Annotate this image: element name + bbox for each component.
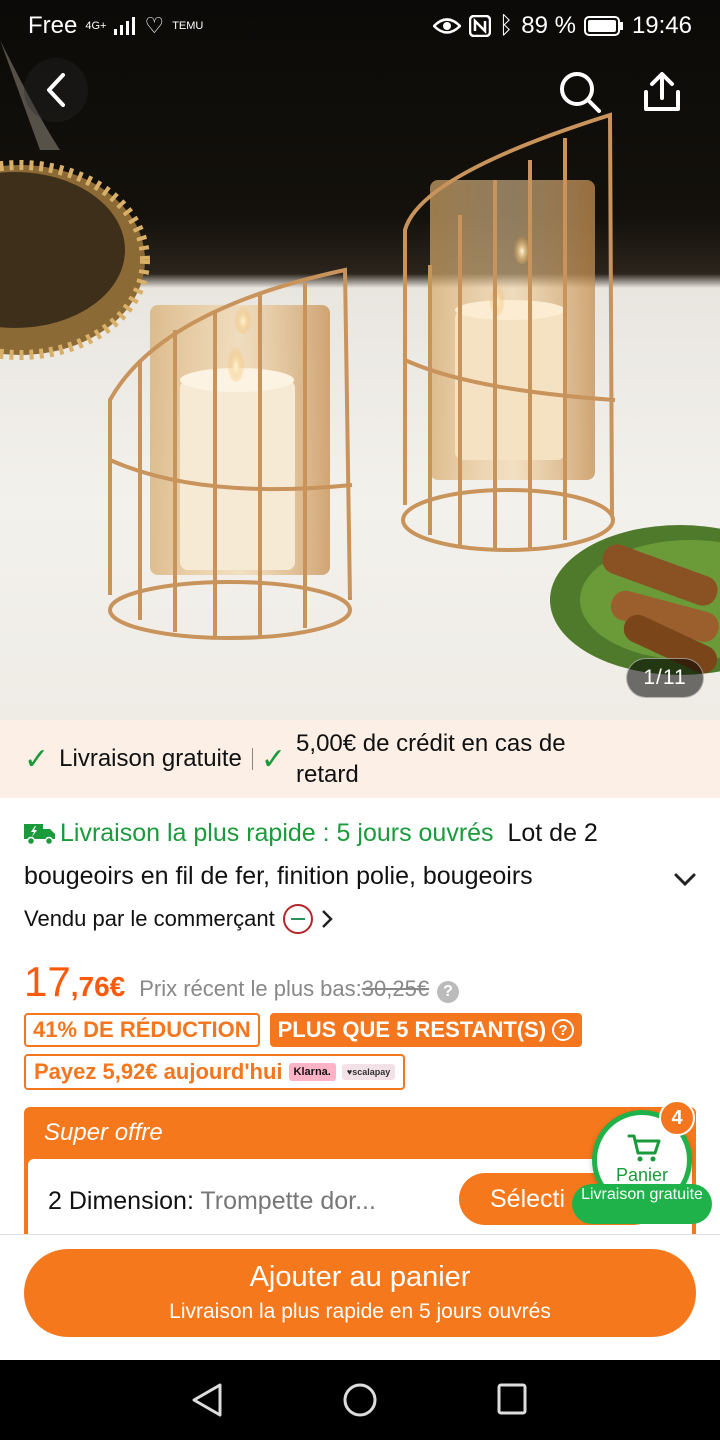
cart-free-shipping-pill: Livraison gratuite [572, 1184, 712, 1224]
cart-icon [627, 1134, 661, 1162]
stock-tag[interactable]: PLUS QUE 5 RESTANT(S) ? [269, 1013, 583, 1047]
cart-count-badge: 4 [659, 1100, 695, 1136]
dimension-value: Trompette dor... [200, 1187, 376, 1215]
chevron-right-icon [321, 910, 333, 928]
select-button-label: Sélecti [490, 1184, 566, 1213]
discount-tag: 41% DE RÉDUCTION [24, 1013, 260, 1047]
recent-price-value: 30,25€ [361, 976, 430, 1001]
back-triangle-icon[interactable] [190, 1382, 224, 1418]
recent-price-label: Prix récent le plus bas: [139, 976, 362, 1001]
stock-tag-label: PLUS QUE 5 RESTANT(S) [277, 1017, 547, 1042]
dimension-label: 2 Dimension: [48, 1187, 194, 1215]
price-integer: 17 [24, 958, 71, 1005]
clock: 19:46 [631, 12, 692, 39]
back-button[interactable] [24, 58, 88, 122]
product-image[interactable] [0, 0, 720, 720]
share-icon [644, 72, 680, 111]
add-to-cart-label: Ajouter au panier [249, 1261, 471, 1293]
battery-percent: 89 % [521, 12, 576, 39]
free-shipping-label: Livraison gratuite [59, 745, 242, 772]
share-button[interactable] [634, 64, 690, 120]
installment-tag[interactable]: Payez 5,92€ aujourd'hui Klarna. ♥scalapa… [24, 1054, 406, 1090]
product-page: Free 4G+ ♡ TEMU ᛒ 89 % 19:46 1/11 ✓ Livr… [0, 0, 720, 1440]
help-icon: ? [552, 1019, 575, 1041]
klarna-logo: Klarna. [288, 1063, 336, 1081]
heart-icon: ♡ [144, 13, 165, 38]
seller-label: Vendu par le commerçant [24, 906, 275, 931]
add-to-cart-button[interactable]: Ajouter au panier Livraison la plus rapi… [24, 1249, 696, 1337]
super-offer-label: Super offre [44, 1119, 163, 1146]
recents-square-icon[interactable] [496, 1382, 528, 1416]
late-credit-label: 5,00€ de crédit en cas de retard [296, 730, 566, 788]
search-icon [560, 72, 601, 113]
carrier-label: Free [28, 12, 78, 39]
battery-icon [583, 16, 623, 36]
divider [251, 748, 253, 770]
pay-today-label: Payez 5,92€ aujourd'hui [34, 1059, 283, 1084]
seller-link[interactable]: Vendu par le commerçant [24, 904, 333, 934]
help-icon[interactable]: ? [437, 981, 460, 1003]
nfc-icon [468, 15, 491, 37]
search-button[interactable] [552, 64, 608, 120]
candle-holders-illustration [0, 40, 720, 675]
network-label: 4G+ [85, 19, 107, 32]
dimension-row: 2 Dimension: Trompette dor... [48, 1187, 376, 1216]
system-navigation-bar [0, 1360, 720, 1440]
bottom-action-bar: Ajouter au panier Livraison la plus rapi… [0, 1234, 720, 1360]
temu-badge: TEMU [172, 19, 204, 32]
home-circle-icon[interactable] [342, 1382, 378, 1418]
scalapay-logo: ♥scalapay [341, 1064, 396, 1080]
signal-icon [114, 17, 136, 35]
add-to-cart-sub-label: Livraison la plus rapide en 5 jours ouvr… [169, 1300, 551, 1323]
delivery-banner[interactable]: ✓ Livraison gratuite ✓ 5,00€ de crédit e… [0, 720, 720, 798]
cart-label: Panier [615, 1165, 669, 1185]
image-counter: 1/11 [626, 658, 704, 698]
chevron-down-icon[interactable] [672, 872, 698, 888]
price-decimal: ,76€ [70, 971, 126, 1002]
fast-delivery-label: Livraison la plus rapide : 5 jours ouvré… [60, 819, 494, 847]
title-fade [560, 857, 660, 897]
check-icon: ✓ [260, 742, 287, 776]
bluetooth-icon: ᛒ [498, 12, 514, 39]
seller-badge-icon [282, 904, 313, 934]
price-row: 17 ,76€ Prix récent le plus bas: 30,25€ … [24, 958, 460, 1006]
chevron-left-icon [47, 73, 65, 107]
eye-icon [432, 18, 461, 34]
check-icon: ✓ [24, 742, 50, 776]
status-bar: Free 4G+ ♡ TEMU ᛒ 89 % 19:46 [0, 0, 720, 52]
promo-tags: 41% DE RÉDUCTION PLUS QUE 5 RESTANT(S) ? [24, 1013, 583, 1047]
truck-icon [24, 824, 55, 845]
